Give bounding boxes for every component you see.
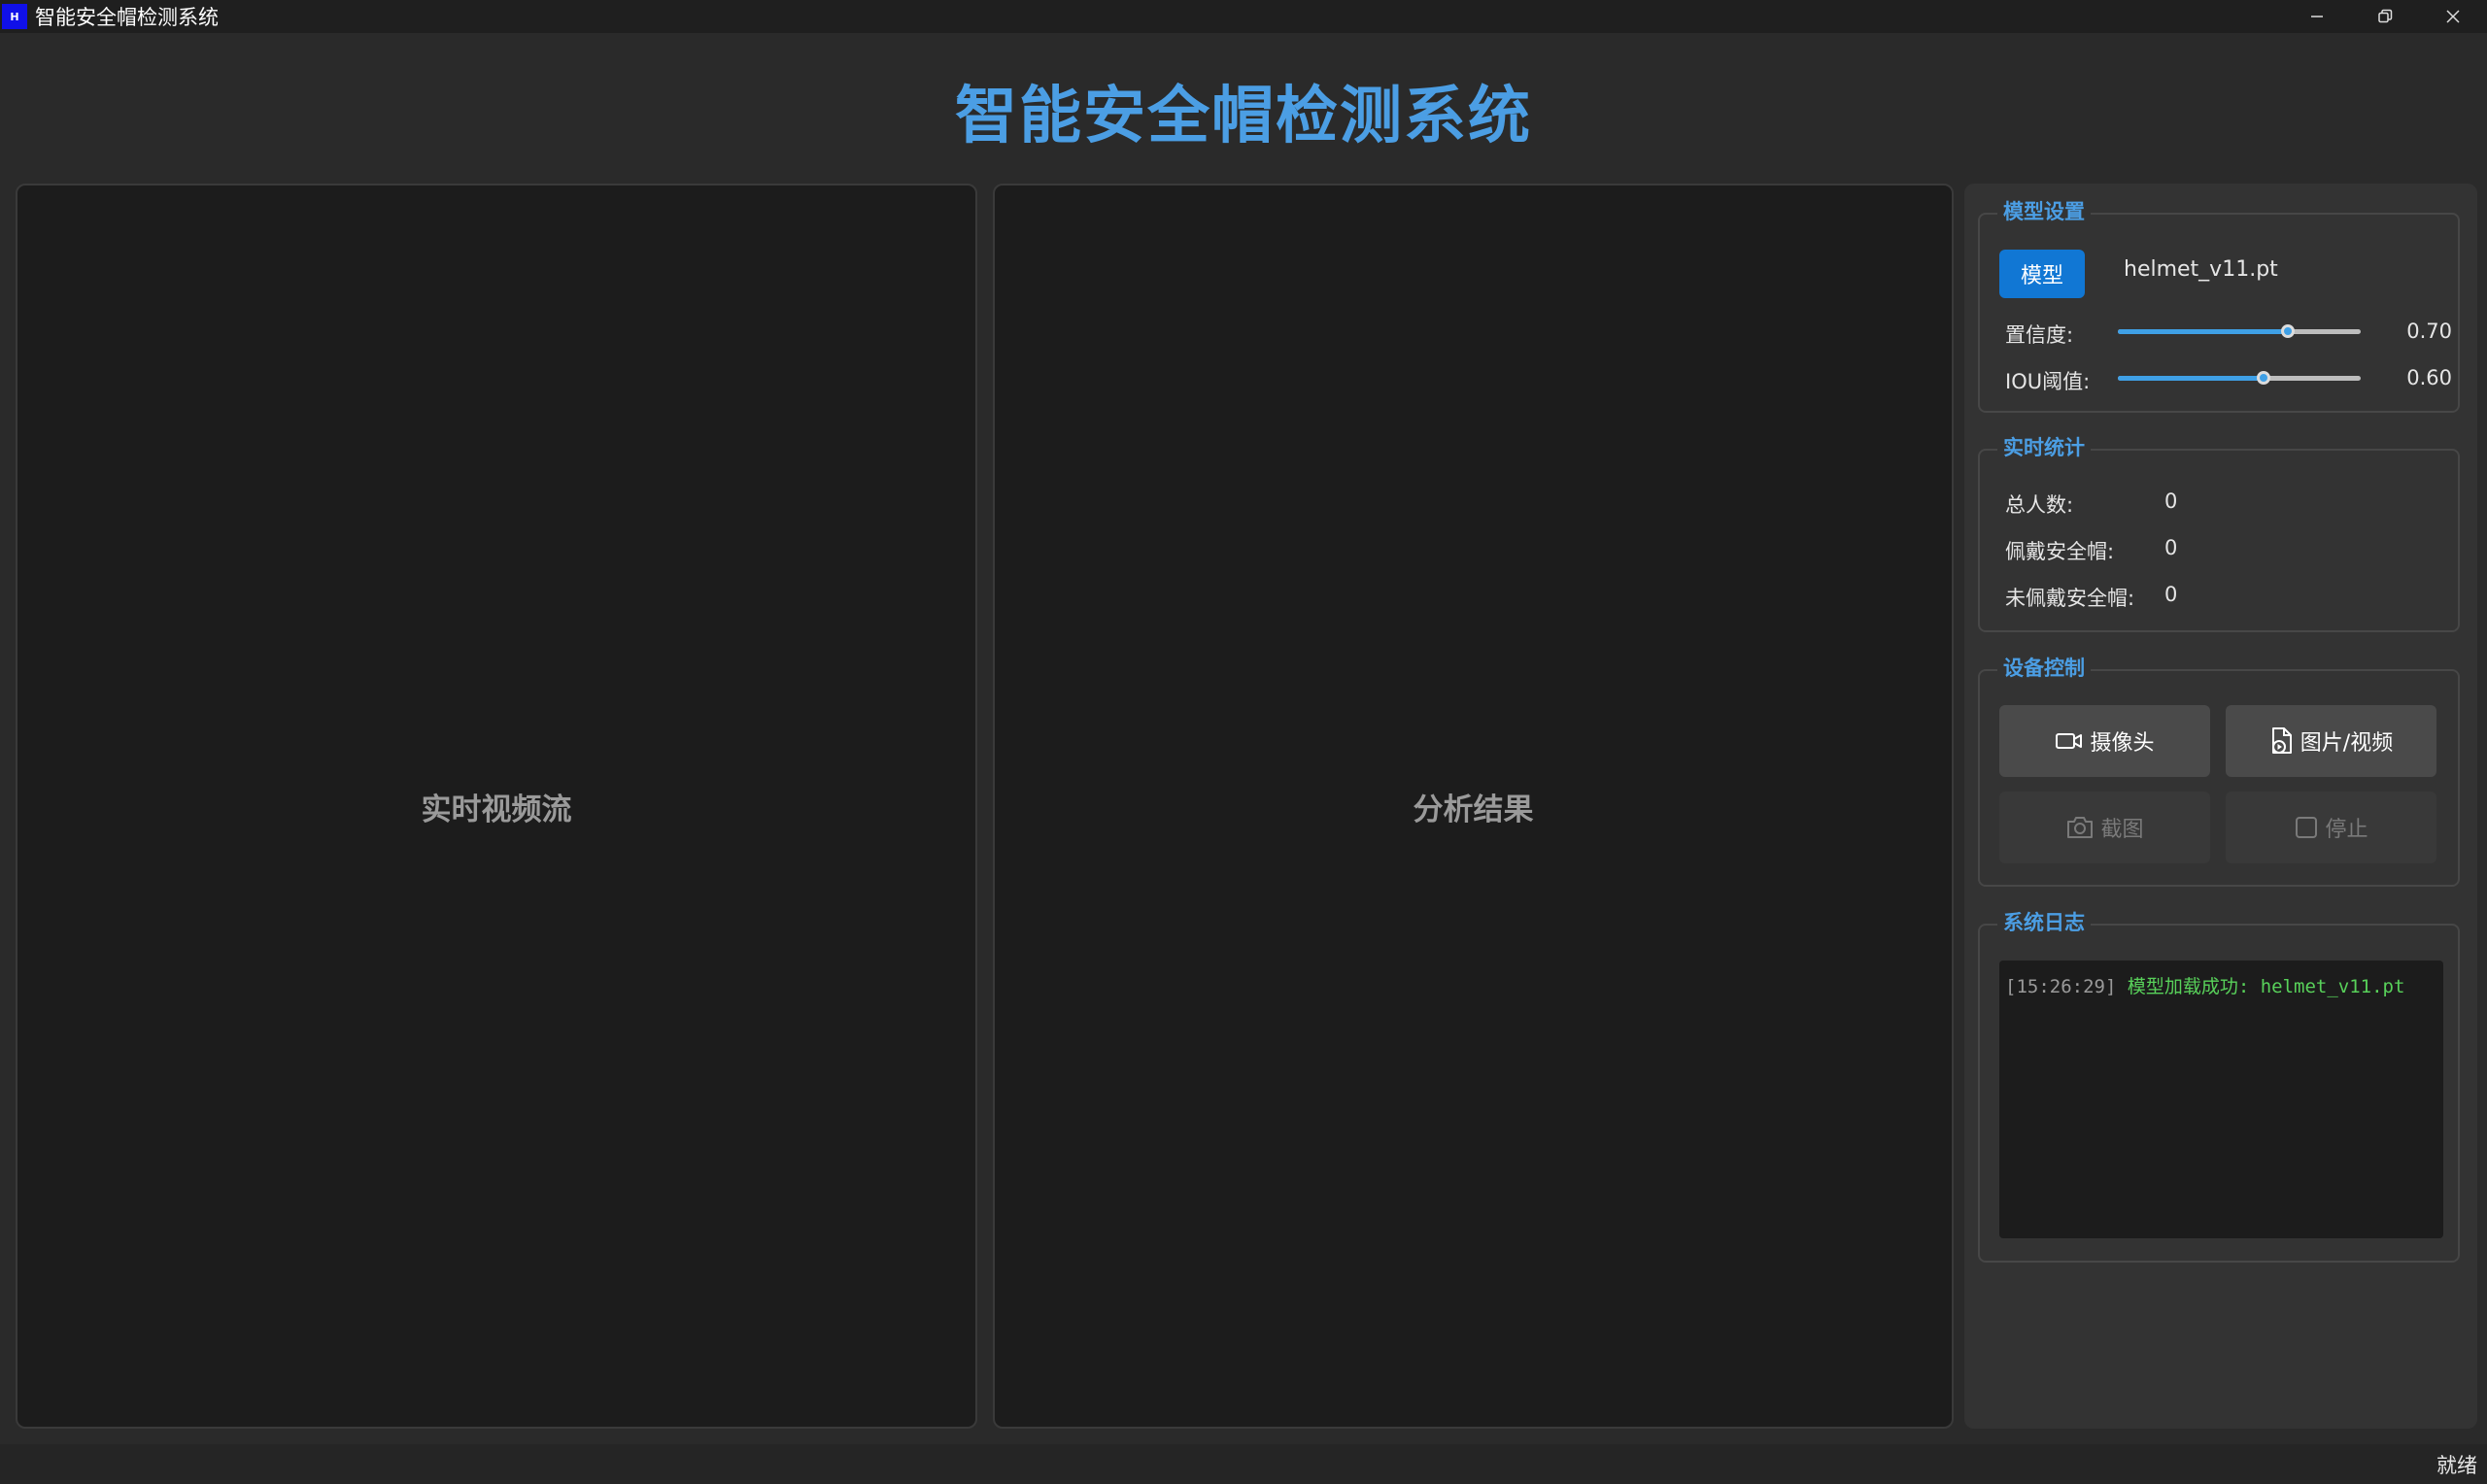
stat-label-helmet: 佩戴安全帽: [2005, 540, 2115, 563]
model-file-name: helmet_v11.pt [2124, 257, 2278, 282]
iou-slider-fill [2118, 376, 2264, 381]
iou-slider-handle[interactable] [2257, 371, 2270, 385]
iou-slider[interactable] [2118, 371, 2361, 385]
media-file-button[interactable]: 图片/视频 [2226, 705, 2436, 777]
status-text: 就绪 [2436, 1454, 2477, 1477]
analysis-result-label: 分析结果 [1413, 792, 1534, 827]
camera-button[interactable]: 摄像头 [1999, 705, 2210, 777]
device-control-group: 设备控制 摄像头 图片/视频 截图 停止 [1978, 654, 2460, 887]
iou-value: 0.60 [2406, 366, 2452, 389]
stop-button-label: 停止 [2325, 818, 2368, 842]
log-entry-message: 模型加载成功: helmet_v11.pt [2127, 976, 2405, 997]
stat-value-no-helmet: 0 [2164, 583, 2178, 606]
window-title: 智能安全帽检测系统 [35, 6, 219, 29]
screenshot-button[interactable]: 截图 [1999, 792, 2210, 863]
select-model-button[interactable]: 模型 [1999, 250, 2085, 298]
analysis-result-panel: 分析结果 [993, 184, 1954, 1429]
page-title: 智能安全帽检测系统 [955, 81, 1532, 152]
stop-button[interactable]: 停止 [2226, 792, 2436, 863]
video-camera-icon [2056, 733, 2083, 749]
confidence-slider[interactable] [2118, 324, 2361, 338]
camera-button-label: 摄像头 [2090, 731, 2155, 756]
window-controls [2283, 0, 2487, 33]
iou-row: IOU阈值: 0.60 [2005, 360, 2452, 395]
stop-icon [2296, 817, 2318, 838]
stat-value-helmet: 0 [2164, 536, 2178, 559]
live-video-panel: 实时视频流 [16, 184, 977, 1429]
stat-row-total: 总人数: 0 [2005, 489, 2297, 523]
media-file-button-label: 图片/视频 [2300, 731, 2394, 756]
model-settings-group: 模型设置 模型 helmet_v11.pt 置信度: 0.70 IOU阈值: 0… [1978, 197, 2460, 413]
system-log-box[interactable]: [15:26:29] 模型加载成功: helmet_v11.pt [1999, 961, 2443, 1238]
iou-label: IOU阈值: [2005, 370, 2091, 393]
media-file-icon [2271, 727, 2292, 754]
stat-value-total: 0 [2164, 489, 2178, 513]
stat-row-helmet: 佩戴安全帽: 0 [2005, 536, 2297, 569]
restore-icon [2378, 9, 2393, 23]
stat-label-no-helmet: 未佩戴安全帽: [2005, 587, 2135, 610]
realtime-stats-title: 实时统计 [1997, 433, 2091, 462]
window-titlebar: H 智能安全帽检测系统 [0, 0, 2487, 33]
confidence-label: 置信度: [2005, 323, 2074, 347]
close-icon [2446, 10, 2460, 23]
close-button[interactable] [2419, 0, 2487, 33]
camera-icon [2067, 817, 2094, 838]
device-control-title: 设备控制 [1997, 654, 2091, 683]
confidence-slider-fill [2118, 329, 2288, 334]
realtime-stats-group: 实时统计 总人数: 0 佩戴安全帽: 0 未佩戴安全帽: 0 [1978, 433, 2460, 632]
log-entry-time: [15:26:29] [2005, 976, 2117, 997]
restore-button[interactable] [2351, 0, 2419, 33]
model-settings-title: 模型设置 [1997, 197, 2091, 226]
confidence-row: 置信度: 0.70 [2005, 314, 2452, 349]
status-bar: 就绪 [0, 1444, 2487, 1484]
live-video-label: 实时视频流 [421, 792, 572, 827]
system-log-title: 系统日志 [1997, 908, 2091, 937]
app-icon: H [2, 4, 27, 29]
confidence-value: 0.70 [2406, 320, 2452, 343]
minimize-icon [2311, 16, 2323, 17]
minimize-button[interactable] [2283, 0, 2351, 33]
log-entry: [15:26:29] 模型加载成功: helmet_v11.pt [2005, 972, 2437, 998]
screenshot-button-label: 截图 [2100, 818, 2144, 842]
control-sidebar: 模型设置 模型 helmet_v11.pt 置信度: 0.70 IOU阈值: 0… [1964, 184, 2477, 1429]
stat-row-no-helmet: 未佩戴安全帽: 0 [2005, 583, 2297, 616]
stat-label-total: 总人数: [2005, 493, 2074, 517]
system-log-group: 系统日志 [15:26:29] 模型加载成功: helmet_v11.pt [1978, 908, 2460, 1263]
confidence-slider-handle[interactable] [2281, 324, 2295, 338]
